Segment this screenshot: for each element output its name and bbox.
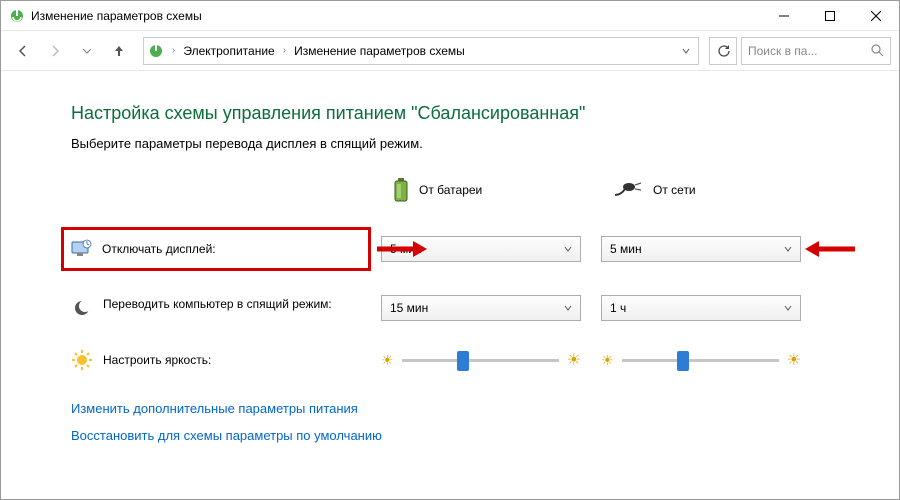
breadcrumb-item-edit-plan[interactable]: Изменение параметров схемы: [294, 44, 465, 58]
display-off-plugged-cell: 5 мин: [601, 236, 811, 262]
recent-locations-button[interactable]: [73, 37, 101, 65]
power-options-icon: [9, 8, 25, 24]
refresh-button[interactable]: [709, 37, 737, 65]
sleep-label: Переводить компьютер в спящий режим:: [103, 297, 332, 311]
page-title: Настройка схемы управления питанием "Сба…: [71, 103, 829, 124]
up-button[interactable]: [105, 37, 133, 65]
chevron-down-icon: [564, 304, 572, 312]
column-header-plugged: От сети: [601, 173, 811, 207]
sun-bright-icon: ☀: [567, 350, 581, 370]
arrow-right-annotation: [375, 239, 427, 259]
select-value: 5 мин: [610, 242, 642, 256]
select-value: 1 ч: [610, 301, 626, 315]
plug-icon: [613, 181, 643, 199]
battery-icon: [393, 176, 409, 204]
sun-icon: [71, 349, 93, 371]
slider-track[interactable]: [622, 359, 779, 362]
column-label-battery: От батареи: [419, 183, 482, 197]
slider-thumb[interactable]: [677, 351, 689, 371]
moon-icon: [71, 297, 93, 319]
chevron-right-icon: ›: [172, 45, 175, 56]
sun-dim-icon: ☀: [601, 352, 614, 369]
search-input[interactable]: Поиск в па...: [741, 37, 891, 65]
window-controls: [761, 1, 899, 31]
close-button[interactable]: [853, 1, 899, 31]
display-off-plugged-select[interactable]: 5 мин: [601, 236, 801, 262]
brightness-battery-slider[interactable]: ☀ ☀: [381, 350, 581, 370]
restore-defaults-link[interactable]: Восстановить для схемы параметры по умол…: [71, 428, 829, 443]
row-label-display-off: Отключать дисплей:: [70, 234, 362, 264]
page-subtitle: Выберите параметры перевода дисплея в сп…: [71, 136, 829, 151]
sleep-battery-select[interactable]: 15 мин: [381, 295, 581, 321]
chevron-right-icon: ›: [283, 45, 286, 56]
highlight-annotation: Отключать дисплей:: [61, 227, 371, 271]
column-label-plugged: От сети: [653, 183, 696, 197]
nav-bar: › Электропитание › Изменение параметров …: [1, 31, 899, 71]
chevron-down-icon: [784, 304, 792, 312]
brightness-plugged-slider[interactable]: ☀ ☀: [601, 350, 801, 370]
column-header-battery: От батареи: [381, 173, 591, 207]
window-title: Изменение параметров схемы: [31, 9, 761, 23]
breadcrumb[interactable]: › Электропитание › Изменение параметров …: [143, 37, 699, 65]
chevron-down-icon: [784, 245, 792, 253]
back-button[interactable]: [9, 37, 37, 65]
select-value: 15 мин: [390, 301, 428, 315]
title-bar: Изменение параметров схемы: [1, 1, 899, 31]
breadcrumb-item-power[interactable]: Электропитание: [183, 44, 274, 58]
row-label-brightness: Настроить яркость:: [71, 345, 371, 375]
monitor-icon: [70, 238, 92, 260]
forward-button[interactable]: [41, 37, 69, 65]
sun-dim-icon: ☀: [381, 352, 394, 369]
links-section: Изменить дополнительные параметры питани…: [71, 401, 829, 443]
slider-track[interactable]: [402, 359, 559, 362]
search-icon: [871, 44, 884, 57]
breadcrumb-dropdown-icon[interactable]: [682, 47, 694, 55]
brightness-label: Настроить яркость:: [103, 353, 211, 367]
settings-grid: От батареи От сети: [71, 173, 829, 375]
advanced-settings-link[interactable]: Изменить дополнительные параметры питани…: [71, 401, 829, 416]
search-placeholder: Поиск в па...: [748, 44, 865, 58]
grid-spacer: [71, 185, 371, 215]
arrow-left-annotation: [805, 239, 857, 259]
display-off-label: Отключать дисплей:: [102, 242, 216, 256]
power-options-icon: [148, 43, 164, 59]
maximize-button[interactable]: [807, 1, 853, 31]
minimize-button[interactable]: [761, 1, 807, 31]
row-display-off-label-cell: Отключать дисплей:: [71, 227, 371, 271]
sun-bright-icon: ☀: [787, 350, 801, 370]
chevron-down-icon: [564, 245, 572, 253]
sleep-plugged-select[interactable]: 1 ч: [601, 295, 801, 321]
slider-thumb[interactable]: [457, 351, 469, 371]
row-label-sleep: Переводить компьютер в спящий режим:: [71, 297, 371, 319]
content-area: Настройка схемы управления питанием "Сба…: [1, 71, 899, 465]
